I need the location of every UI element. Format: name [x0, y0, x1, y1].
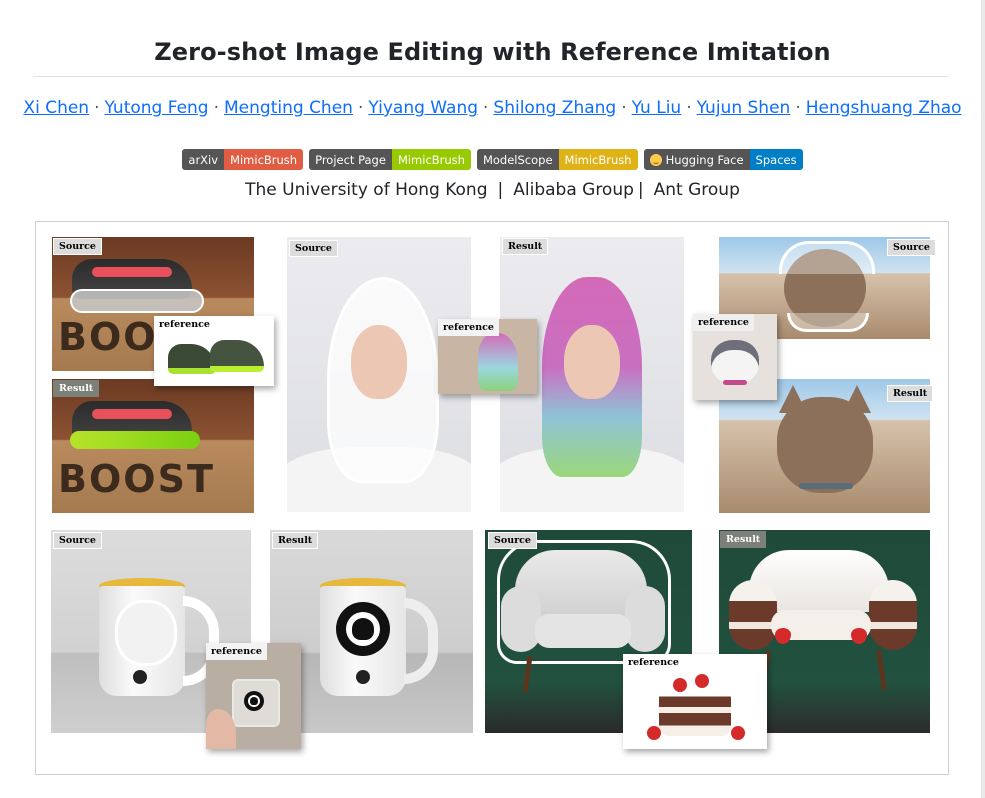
chair-leg — [876, 649, 887, 691]
project-page-badge[interactable]: Project Page MimicBrush — [309, 149, 471, 170]
chair-arm-right — [625, 586, 665, 652]
ear-mask — [779, 241, 875, 274]
shoe-box-text: BOOST — [58, 457, 215, 501]
reference-label: reference — [438, 319, 499, 336]
author-link[interactable]: Hengshuang Zhao — [806, 98, 962, 118]
portrait-face — [351, 325, 407, 399]
author-link[interactable]: Shilong Zhang — [493, 98, 616, 118]
badge-right: MimicBrush — [558, 149, 638, 170]
reference-strawberry — [731, 726, 745, 740]
reference-hair — [478, 333, 518, 391]
author-separator: · — [795, 98, 801, 118]
badge-right: MimicBrush — [224, 149, 304, 170]
modelscope-badge[interactable]: ModelScope MimicBrush — [476, 149, 638, 170]
reference-label: reference — [693, 314, 754, 331]
reference-cat-head — [711, 340, 759, 384]
chair-arm-left — [501, 586, 541, 652]
author-link[interactable]: Mengting Chen — [224, 98, 353, 118]
starbucks-logo — [336, 602, 390, 656]
affiliation: Alibaba Group — [513, 180, 634, 200]
result-label: Result — [53, 380, 100, 397]
affiliation: Ant Group — [653, 180, 740, 200]
hair-reference-image: reference — [438, 319, 537, 394]
reference-label: reference — [623, 654, 684, 671]
arxiv-badge[interactable]: arXiv MimicBrush — [182, 149, 304, 170]
author-separator: · — [357, 98, 364, 118]
author-separator: · — [483, 98, 489, 118]
page-title: Zero-shot Image Editing with Reference I… — [154, 38, 831, 66]
author-link[interactable]: Yutong Feng — [104, 98, 208, 118]
shoe-result-stripe — [92, 409, 172, 419]
reference-cake-layers — [659, 688, 731, 736]
badge-left: arXiv — [182, 149, 225, 170]
reference-strawberry — [647, 726, 661, 740]
source-label: Source — [289, 240, 338, 257]
cat-reference-image: reference — [693, 314, 777, 400]
chair-seat — [535, 614, 631, 648]
collar-mask — [787, 313, 869, 332]
author-link[interactable]: Yiyang Wang — [368, 98, 478, 118]
reference-label: reference — [154, 316, 215, 333]
shoe-result-sole — [70, 431, 200, 449]
source-label: Source — [887, 239, 936, 256]
badge-right: Spaces — [749, 149, 803, 170]
author-separator: · — [213, 98, 220, 118]
affiliation-separator: | — [497, 180, 504, 200]
hugging-face-badge[interactable]: Hugging Face Spaces — [643, 149, 803, 170]
reference-strawberry — [673, 678, 687, 692]
cake-chair-arm-right — [869, 580, 917, 650]
reference-starbucks-logo — [244, 691, 264, 711]
cake-reference-image: reference — [623, 654, 767, 749]
author-separator: · — [686, 98, 692, 118]
author-link[interactable]: Yu Liu — [632, 98, 682, 118]
affiliation-separator: | — [637, 180, 644, 200]
cat-collar — [799, 483, 853, 489]
result-label: Result — [272, 532, 319, 549]
reference-shoe-1 — [168, 344, 216, 374]
logo-mask — [115, 600, 177, 666]
teaser-figure: BOOST Source BOOST Result reference Sour… — [35, 221, 949, 775]
reference-label: reference — [206, 643, 267, 660]
badge-right: MimicBrush — [391, 149, 471, 170]
affiliation: The University of Hong Kong — [245, 180, 488, 200]
author-separator: · — [621, 98, 627, 118]
badge-left: ModelScope — [476, 149, 559, 170]
badge-row: arXiv MimicBrush Project Page MimicBrush… — [0, 149, 985, 170]
cat-ear-right — [843, 385, 871, 413]
reference-shoe-2 — [210, 340, 264, 372]
portrait-face — [564, 325, 620, 399]
strawberry — [775, 628, 791, 644]
badge-left: Project Page — [309, 149, 392, 170]
cat-ear-left — [779, 385, 807, 413]
badge-left: Hugging Face — [665, 152, 744, 167]
reference-cat-collar — [723, 380, 747, 385]
reference-strawberry — [695, 674, 709, 688]
strawberry — [851, 628, 867, 644]
shoe-result-image: BOOST — [52, 379, 254, 513]
title-divider — [33, 76, 948, 77]
cake-chair-arm-left — [729, 580, 777, 650]
source-label: Source — [53, 532, 102, 549]
scrollbar-track[interactable] — [981, 0, 985, 798]
mug-small-logo — [133, 670, 147, 684]
badge-left-wrap: Hugging Face — [643, 149, 750, 170]
mug-reference-image: reference — [206, 643, 301, 749]
source-label: Source — [53, 238, 102, 255]
result-label: Result — [502, 238, 549, 255]
affiliations: The University of Hong Kong | Alibaba Grou… — [0, 180, 985, 200]
mug-small-logo — [356, 670, 370, 684]
hugging-face-icon — [649, 153, 662, 166]
author-separator: · — [94, 98, 100, 118]
mug-handle — [404, 598, 438, 684]
author-link[interactable]: Yujun Shen — [697, 98, 791, 118]
shoe-mask — [70, 289, 204, 313]
source-label: Source — [488, 532, 537, 549]
shoe-source-stripe — [92, 267, 172, 277]
result-label: Result — [887, 385, 934, 402]
result-label: Result — [720, 531, 767, 548]
shoe-reference-image: reference — [154, 316, 274, 386]
author-list: Xi Chen · Yutong Feng · Mengting Chen · Yiyang… — [0, 98, 985, 118]
author-link[interactable]: Xi Chen — [23, 98, 89, 118]
